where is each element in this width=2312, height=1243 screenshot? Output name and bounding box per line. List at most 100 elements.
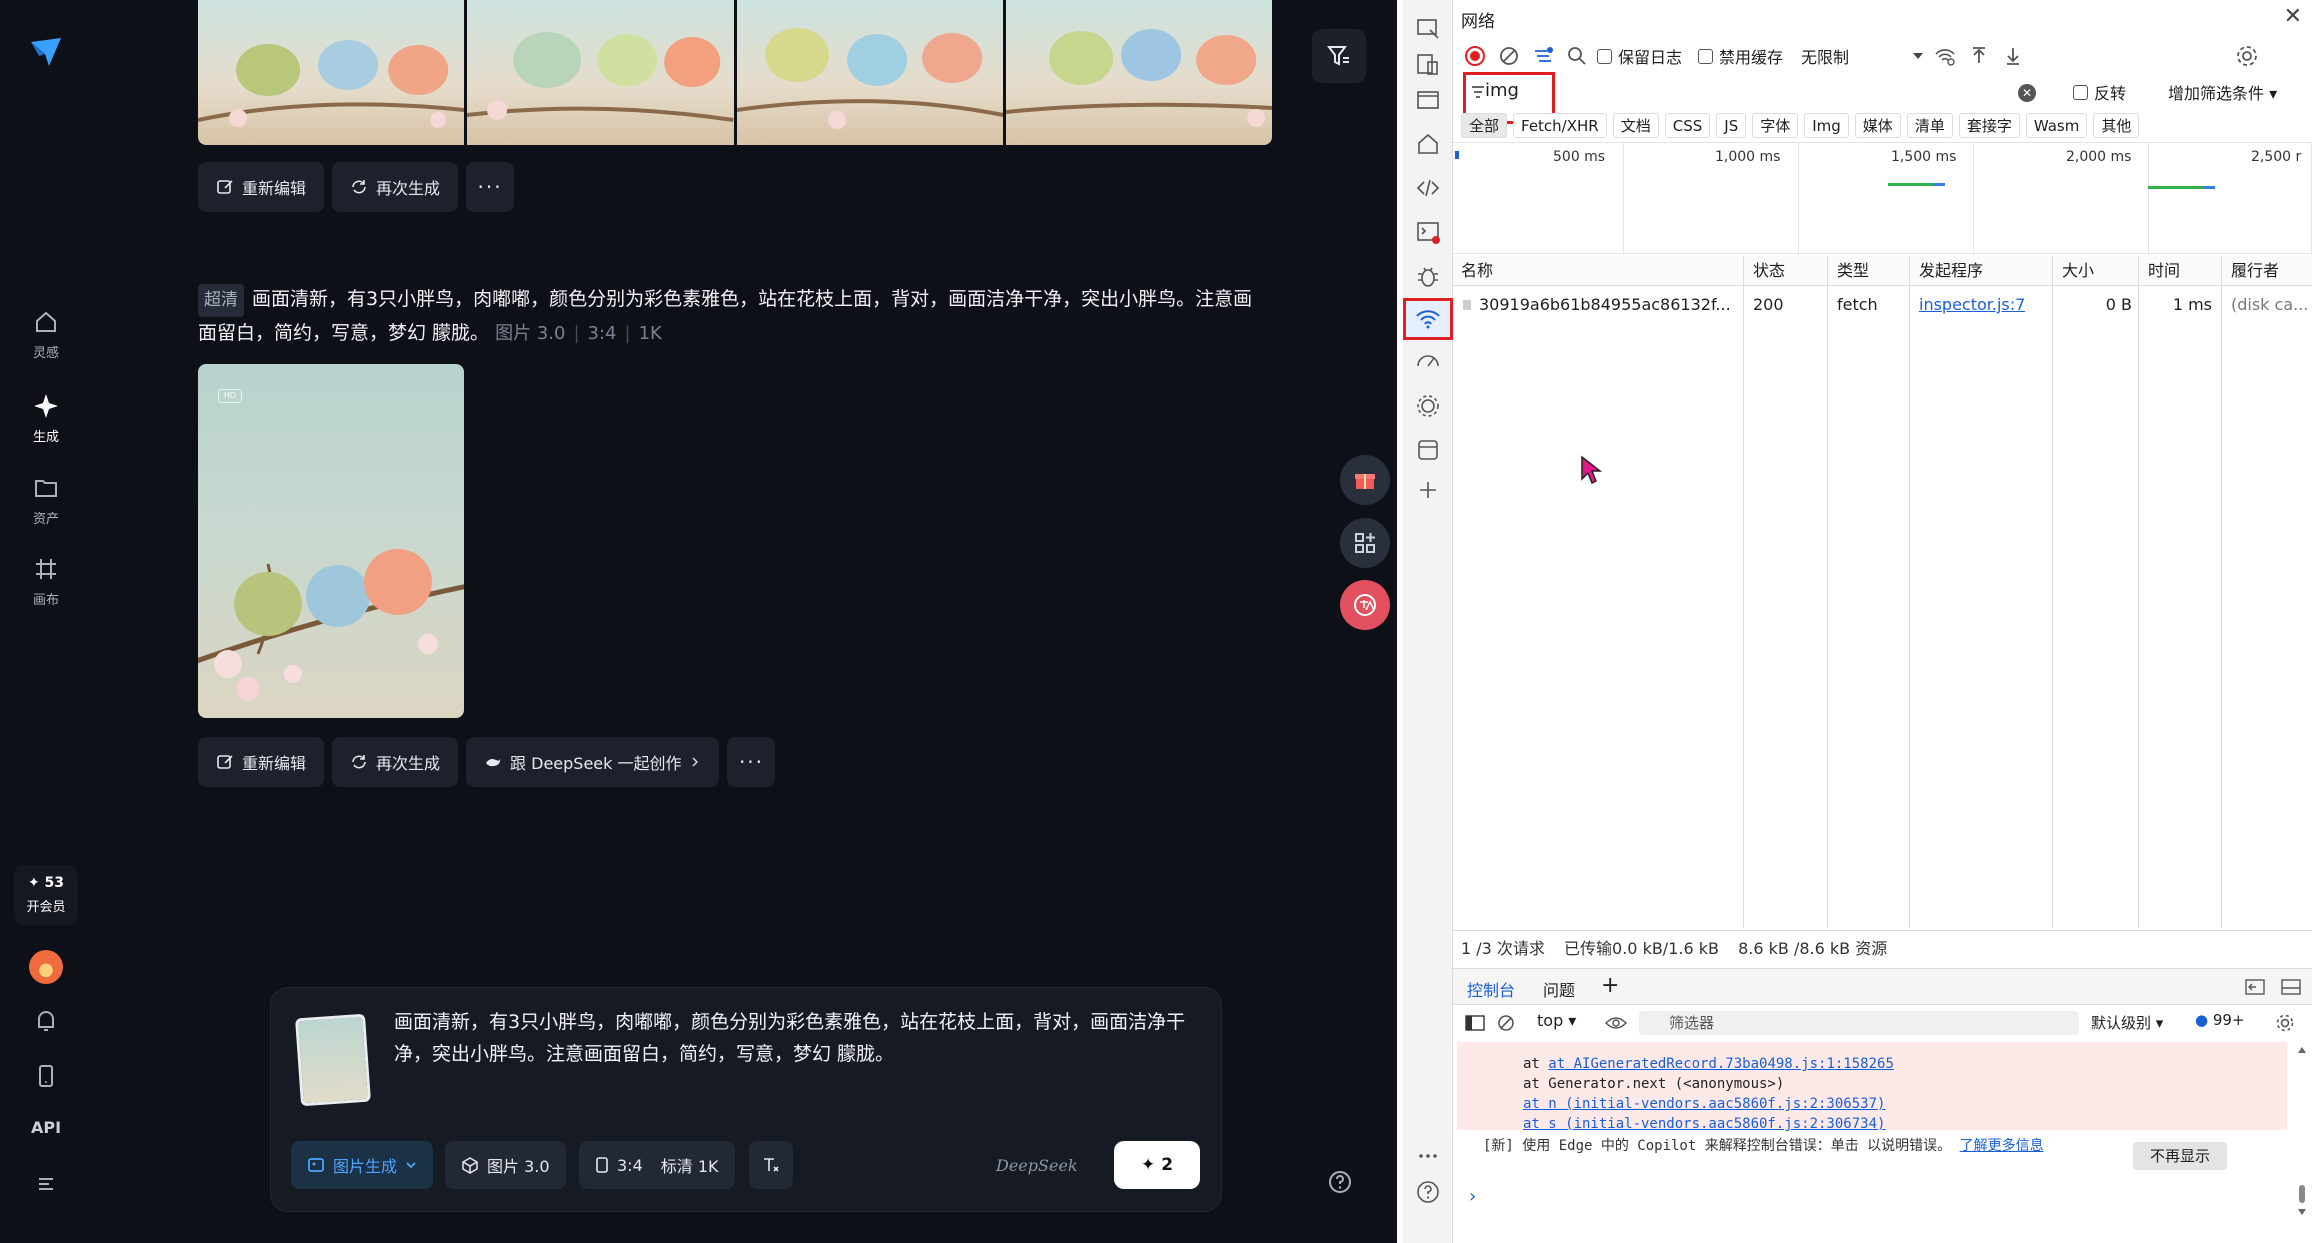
clear-filter-icon[interactable]: ✕ xyxy=(2018,84,2036,102)
elements-icon[interactable] xyxy=(1414,174,1442,202)
issues-counter[interactable]: ● 99+ xyxy=(2195,1011,2245,1029)
ratio-select[interactable]: 3:4 标清 1K xyxy=(579,1141,735,1189)
search-button[interactable] xyxy=(1563,42,1591,70)
disable-cache-checkbox[interactable]: 禁用缓存 xyxy=(1698,44,1783,68)
request-initiator-link[interactable]: inspector.js:7 xyxy=(1913,290,2025,320)
filter-type-tab[interactable]: 全部 xyxy=(1461,113,1508,138)
console-icon[interactable] xyxy=(1414,218,1442,246)
generated-image[interactable] xyxy=(1005,0,1272,145)
re-edit-button[interactable]: 重新编辑 xyxy=(198,162,325,212)
nav-assets[interactable]: 资产 xyxy=(0,474,92,527)
column-divider[interactable] xyxy=(1827,256,1828,928)
dock-icon[interactable] xyxy=(2245,979,2265,995)
text-style-button[interactable] xyxy=(749,1141,793,1189)
tab-issues[interactable]: 问题 xyxy=(1543,977,1575,1001)
column-header-initiator[interactable]: 发起程序 xyxy=(1913,256,1983,286)
filter-type-tab[interactable]: 套接字 xyxy=(1958,113,2020,138)
add-tab-icon[interactable]: + xyxy=(1601,973,1619,998)
filter-type-tab[interactable]: Img xyxy=(1804,113,1849,138)
network-conditions-button[interactable] xyxy=(1931,42,1959,70)
nav-inspiration[interactable]: 灵感 xyxy=(0,308,92,361)
model-select[interactable]: 图片 3.0 xyxy=(445,1141,566,1189)
more-button[interactable]: ··· xyxy=(466,162,515,212)
log-level-select[interactable]: 默认级别 ▾ xyxy=(2091,1012,2163,1033)
export-har-button[interactable] xyxy=(1999,42,2027,70)
filter-type-tab[interactable]: 字体 xyxy=(1752,113,1799,138)
stack-link[interactable]: at AIGeneratedRecord.73ba0498.js:1:15826… xyxy=(1548,1056,1894,1072)
generated-image[interactable] xyxy=(198,0,465,145)
record-button[interactable] xyxy=(1461,42,1489,70)
gift-button[interactable] xyxy=(1340,455,1390,505)
more-button[interactable]: ··· xyxy=(727,737,776,787)
gear-icon[interactable] xyxy=(2275,1013,2295,1033)
sidebar-toggle-icon[interactable] xyxy=(1465,1015,1485,1031)
settings-button[interactable] xyxy=(2233,42,2261,70)
close-icon[interactable]: ✕ xyxy=(2284,4,2302,29)
bell-icon[interactable] xyxy=(30,1005,62,1037)
apps-button[interactable] xyxy=(1340,518,1390,568)
clear-console-icon[interactable] xyxy=(1497,1014,1515,1032)
column-header-size[interactable]: 大小 xyxy=(2056,256,2094,286)
invert-checkbox[interactable]: 反转 xyxy=(2073,80,2126,104)
column-divider[interactable] xyxy=(1743,256,1744,928)
generate-button[interactable]: ✦ 2 xyxy=(1114,1141,1200,1189)
preserve-log-checkbox[interactable]: 保留日志 xyxy=(1597,44,1682,68)
menu-icon[interactable] xyxy=(30,1168,62,1200)
help-icon[interactable] xyxy=(1414,1178,1442,1206)
more-tools-icon[interactable] xyxy=(1414,1142,1442,1170)
clear-button[interactable] xyxy=(1495,42,1523,70)
column-divider[interactable] xyxy=(1909,256,1910,928)
column-divider[interactable] xyxy=(2138,256,2139,928)
app-logo-icon[interactable] xyxy=(29,36,63,70)
inspect-icon[interactable] xyxy=(1414,15,1442,43)
api-link[interactable]: API xyxy=(0,1118,92,1137)
column-header-name[interactable]: 名称 xyxy=(1455,256,1493,286)
window-icon[interactable] xyxy=(1414,86,1442,114)
filter-type-tab[interactable]: CSS xyxy=(1664,113,1711,138)
more-filters-dropdown[interactable]: 增加筛选条件 ▾ xyxy=(2168,80,2277,104)
nav-canvas[interactable]: 画布 xyxy=(0,555,92,608)
filter-type-tab[interactable]: Wasm xyxy=(2025,113,2088,138)
phone-icon[interactable] xyxy=(30,1060,62,1092)
filter-type-tab[interactable]: JS xyxy=(1716,113,1747,138)
eye-icon[interactable] xyxy=(1605,1015,1627,1031)
filter-toggle-button[interactable] xyxy=(1529,42,1557,70)
tab-console[interactable]: 控制台 xyxy=(1467,977,1515,1001)
column-header-time[interactable]: 时间 xyxy=(2142,256,2180,286)
composer-input[interactable]: 画面清新，有3只小胖鸟，肉嘟嘟，颜色分别为彩色素雅色，站在花枝上面，背对，画面洁… xyxy=(394,1006,1194,1070)
filter-type-tab[interactable]: 清单 xyxy=(1906,113,1953,138)
network-wifi-icon[interactable] xyxy=(1414,305,1442,333)
membership-button[interactable]: ✦ 53 开会员 xyxy=(14,865,78,925)
sources-bug-icon[interactable] xyxy=(1414,262,1442,290)
console-prompt[interactable]: › xyxy=(1469,1186,1476,1207)
column-header-status[interactable]: 状态 xyxy=(1747,256,1785,286)
generated-image[interactable] xyxy=(736,0,1003,145)
throttle-select[interactable]: 无限制 xyxy=(1801,44,1849,68)
help-button[interactable] xyxy=(1320,1162,1360,1202)
console-filter-input[interactable]: 筛选器 xyxy=(1639,1011,2079,1035)
dont-show-again-button[interactable]: 不再显示 xyxy=(2133,1142,2227,1170)
close-drawer-icon[interactable] xyxy=(2281,979,2301,995)
reference-thumbnail[interactable] xyxy=(295,1013,371,1107)
column-divider[interactable] xyxy=(2221,256,2222,928)
column-header-type[interactable]: 类型 xyxy=(1831,256,1869,286)
filter-input[interactable] xyxy=(1463,76,2278,110)
stack-link[interactable]: at s (initial-vendors.aac5860f.js:2:3067… xyxy=(1523,1116,1885,1132)
import-har-button[interactable] xyxy=(1965,42,1993,70)
learn-more-link[interactable]: 了解更多信息 xyxy=(1960,1138,2044,1154)
network-overview-timeline[interactable]: 500 ms 1,000 ms 1,500 ms 2,000 ms 2,500 … xyxy=(1453,142,2312,255)
avatar[interactable] xyxy=(29,950,63,984)
mode-select[interactable]: 图片生成 xyxy=(291,1141,434,1189)
memory-icon[interactable] xyxy=(1414,392,1442,420)
re-edit-button[interactable]: 重新编辑 xyxy=(198,737,325,787)
filter-button[interactable] xyxy=(1312,29,1366,83)
regenerate-button[interactable]: 再次生成 xyxy=(332,162,459,212)
deepseek-create-button[interactable]: 跟 DeepSeek 一起创作 xyxy=(466,737,720,787)
console-scrollbar[interactable] xyxy=(2297,1045,2307,1217)
chevron-down-icon[interactable] xyxy=(1911,49,1925,63)
filter-type-tab[interactable]: Fetch/XHR xyxy=(1513,113,1607,138)
add-tool-icon[interactable] xyxy=(1414,476,1442,504)
application-icon[interactable] xyxy=(1414,436,1442,464)
translate-button[interactable] xyxy=(1340,580,1390,630)
nav-generate[interactable]: 生成 xyxy=(0,392,92,445)
